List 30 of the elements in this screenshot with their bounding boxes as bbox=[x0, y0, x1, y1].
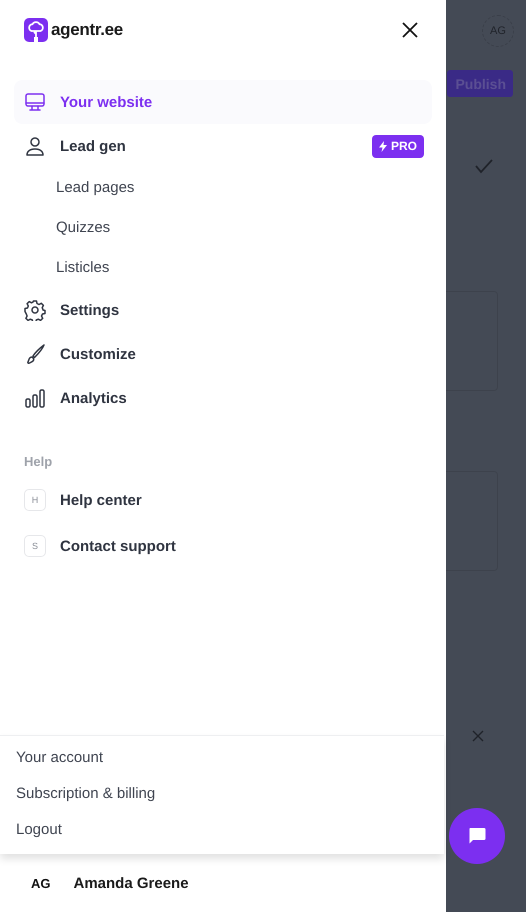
nav-subitem[interactable]: Quizzes bbox=[0, 208, 446, 248]
close-icon[interactable] bbox=[402, 22, 418, 38]
key-hint: S bbox=[24, 535, 46, 557]
section-heading: Help bbox=[24, 453, 54, 471]
key-hint: H bbox=[24, 489, 46, 511]
help-link[interactable]: S Contact support bbox=[14, 524, 432, 568]
nav-subitem[interactable]: Listicles bbox=[0, 248, 446, 288]
badge-text: PRO bbox=[390, 139, 417, 153]
nav-subitem[interactable]: Lead pages bbox=[0, 168, 446, 208]
nav-item[interactable]: Lead gen PRO bbox=[14, 124, 432, 168]
chat-bubble-icon bbox=[467, 826, 487, 846]
nav-item[interactable]: Settings bbox=[14, 288, 432, 332]
menu-item[interactable]: Logout bbox=[0, 812, 444, 848]
nav-item[interactable]: Analytics bbox=[14, 376, 432, 420]
monitor-icon bbox=[24, 91, 46, 113]
help-link[interactable]: H Help center bbox=[14, 478, 432, 522]
bar-chart-icon bbox=[24, 387, 46, 409]
nav-item[interactable]: Your website bbox=[14, 80, 432, 124]
nav-item[interactable]: Customize bbox=[14, 332, 432, 376]
paintbrush-icon bbox=[24, 343, 46, 365]
tree-logo-icon bbox=[24, 18, 48, 42]
menu-item[interactable]: Your account bbox=[0, 740, 444, 776]
checkmark-icon bbox=[474, 158, 494, 174]
menu-item[interactable]: Subscription & billing bbox=[0, 776, 444, 812]
user-initials: AG bbox=[31, 876, 50, 890]
person-icon bbox=[24, 135, 46, 157]
user-name[interactable]: Amanda Greene bbox=[74, 874, 189, 892]
logo-text: agentr.ee bbox=[51, 20, 123, 40]
lightning-icon bbox=[378, 140, 387, 152]
settings-icon bbox=[24, 299, 46, 321]
